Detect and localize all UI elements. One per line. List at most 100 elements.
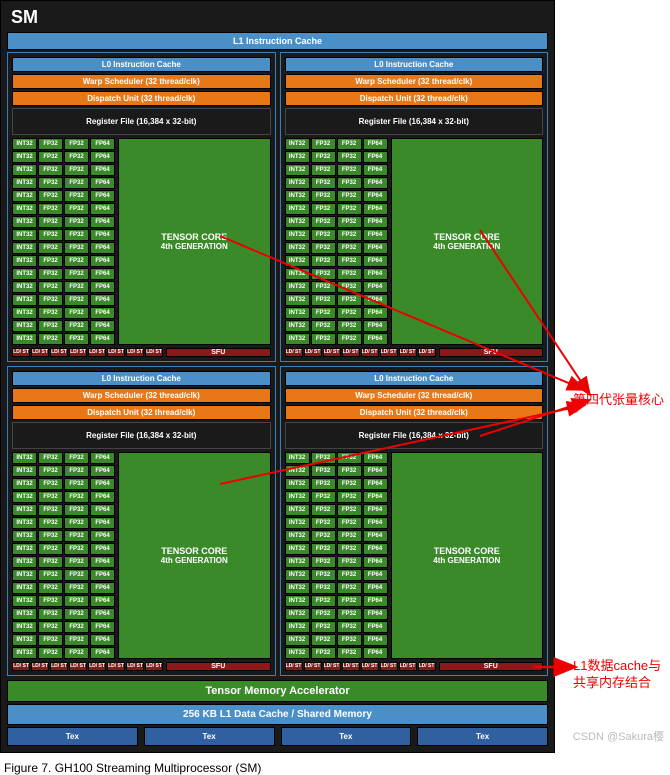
int32-unit: INT32 (12, 543, 37, 555)
int32-unit: INT32 (12, 190, 37, 202)
int32-unit: INT32 (285, 229, 310, 241)
l0-instruction-cache: L0 Instruction Cache (12, 57, 271, 72)
tensor-memory-accelerator: Tensor Memory Accelerator (7, 680, 548, 702)
fp64-unit: FP64 (90, 164, 115, 176)
l1-instruction-cache: L1 Instruction Cache (7, 32, 548, 50)
fp32-unit: FP32 (38, 478, 63, 490)
dispatch-unit: Dispatch Unit (32 thread/clk) (12, 405, 271, 420)
fp64-unit: FP64 (90, 190, 115, 202)
fp64-unit: FP64 (363, 229, 388, 241)
int32-unit: INT32 (285, 634, 310, 646)
fp32-unit: FP32 (38, 268, 63, 280)
fp64-unit: FP64 (90, 608, 115, 620)
int32-unit: INT32 (12, 504, 37, 516)
ldst-unit: LD/ ST (399, 662, 417, 671)
int32-unit: INT32 (12, 517, 37, 529)
fp32-unit: FP32 (311, 478, 336, 490)
fp32-unit: FP32 (64, 608, 89, 620)
fp64-unit: FP64 (363, 294, 388, 306)
sfu-unit: SFU (166, 662, 271, 671)
int32-unit: INT32 (12, 177, 37, 189)
int32-unit: INT32 (12, 216, 37, 228)
fp32-unit: FP32 (38, 569, 63, 581)
ldst-unit: LD/ ST (31, 662, 49, 671)
tensor-core-title: TENSOR CORE (119, 232, 270, 242)
fp64-unit: FP64 (363, 543, 388, 555)
fp32-unit: FP32 (311, 333, 336, 345)
fp32-unit: FP32 (64, 294, 89, 306)
fp32-unit: FP32 (337, 530, 362, 542)
fp32-unit: FP32 (337, 190, 362, 202)
ldst-unit: LD/ ST (88, 662, 106, 671)
int32-unit: INT32 (12, 647, 37, 659)
int32-unit: INT32 (285, 478, 310, 490)
fp32-unit: FP32 (337, 543, 362, 555)
sfu-unit: SFU (166, 348, 271, 357)
fp32-unit: FP32 (337, 307, 362, 319)
ldst-unit: LD/ ST (69, 348, 87, 357)
int32-unit: INT32 (285, 268, 310, 280)
int32-unit: INT32 (12, 621, 37, 633)
ldst-unit: LD/ ST (50, 662, 68, 671)
fp64-unit: FP64 (90, 569, 115, 581)
ldst-unit: LD/ ST (107, 662, 125, 671)
fp32-unit: FP32 (337, 556, 362, 568)
ldst-unit: LD/ ST (304, 662, 322, 671)
fp32-unit: FP32 (311, 229, 336, 241)
fp64-unit: FP64 (363, 281, 388, 293)
ldst-unit: LD/ ST (12, 662, 30, 671)
fp32-unit: FP32 (311, 465, 336, 477)
tensor-core-generation: 4th GENERATION (392, 556, 543, 565)
fp32-unit: FP32 (311, 281, 336, 293)
fp32-unit: FP32 (38, 647, 63, 659)
fp32-unit: FP32 (38, 634, 63, 646)
int32-unit: INT32 (12, 582, 37, 594)
fp64-unit: FP64 (363, 138, 388, 150)
fp64-unit: FP64 (363, 491, 388, 503)
ldst-unit: LD/ ST (126, 662, 144, 671)
fp32-unit: FP32 (38, 595, 63, 607)
int32-unit: INT32 (12, 556, 37, 568)
fp32-unit: FP32 (337, 242, 362, 254)
fp32-unit: FP32 (311, 556, 336, 568)
fp64-unit: FP64 (90, 320, 115, 332)
fp64-unit: FP64 (90, 595, 115, 607)
ldst-unit: LD/ ST (361, 662, 379, 671)
fp64-unit: FP64 (90, 634, 115, 646)
fp32-unit: FP32 (337, 517, 362, 529)
fp32-unit: FP32 (38, 190, 63, 202)
fp64-unit: FP64 (363, 307, 388, 319)
int32-unit: INT32 (12, 569, 37, 581)
int32-unit: INT32 (285, 608, 310, 620)
fp32-unit: FP32 (38, 255, 63, 267)
fp32-unit: FP32 (64, 452, 89, 464)
fp32-unit: FP32 (311, 320, 336, 332)
ldst-unit: LD/ ST (31, 348, 49, 357)
tex-units-row: TexTexTexTex (7, 727, 548, 746)
warp-scheduler: Warp Scheduler (32 thread/clk) (12, 74, 271, 89)
int32-unit: INT32 (12, 138, 37, 150)
fp32-unit: FP32 (64, 216, 89, 228)
int32-unit: INT32 (285, 504, 310, 516)
int32-unit: INT32 (12, 491, 37, 503)
fp32-unit: FP32 (337, 164, 362, 176)
ldst-unit: LD/ ST (342, 662, 360, 671)
ldst-sfu-row: LD/ STLD/ STLD/ STLD/ STLD/ STLD/ STLD/ … (12, 662, 271, 671)
sm-quadrant: L0 Instruction CacheWarp Scheduler (32 t… (7, 366, 276, 676)
fp32-unit: FP32 (64, 203, 89, 215)
fp32-unit: FP32 (311, 634, 336, 646)
fp32-unit: FP32 (38, 151, 63, 163)
int32-unit: INT32 (285, 320, 310, 332)
fp64-unit: FP64 (363, 634, 388, 646)
tensor-core: TENSOR CORE4th GENERATION (118, 138, 271, 345)
fp32-unit: FP32 (337, 569, 362, 581)
ldst-unit: LD/ ST (50, 348, 68, 357)
fp32-unit: FP32 (64, 281, 89, 293)
int32-unit: INT32 (12, 595, 37, 607)
fp32-unit: FP32 (337, 634, 362, 646)
ldst-unit: LD/ ST (380, 662, 398, 671)
fp32-unit: FP32 (38, 543, 63, 555)
fp32-unit: FP32 (311, 255, 336, 267)
fp64-unit: FP64 (90, 333, 115, 345)
tensor-core-generation: 4th GENERATION (392, 242, 543, 251)
